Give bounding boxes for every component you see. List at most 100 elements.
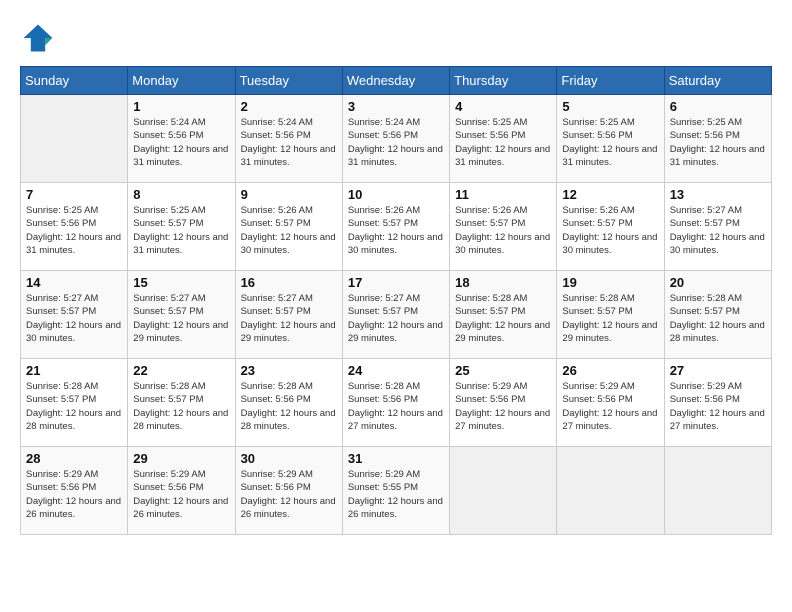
day-cell: 14Sunrise: 5:27 AMSunset: 5:57 PMDayligh…	[21, 271, 128, 359]
day-info: Sunrise: 5:25 AMSunset: 5:56 PMDaylight:…	[562, 116, 658, 169]
week-row-1: 1 Sunrise: 5:24 AMSunset: 5:56 PMDaylight…	[21, 95, 772, 183]
day-number: 24	[348, 363, 444, 378]
day-cell: 15 Sunrise: 5:27 AMSunset: 5:57 PMDayligh…	[128, 271, 235, 359]
day-number: 5	[562, 99, 658, 114]
day-cell	[557, 447, 664, 535]
day-info: Sunrise: 5:27 AMSunset: 5:57 PMDaylight:…	[26, 292, 122, 345]
day-info: Sunrise: 5:29 AMSunset: 5:56 PMDaylight:…	[241, 468, 337, 521]
day-number: 3	[348, 99, 444, 114]
day-number: 26	[562, 363, 658, 378]
week-row-3: 14Sunrise: 5:27 AMSunset: 5:57 PMDayligh…	[21, 271, 772, 359]
day-number: 30	[241, 451, 337, 466]
page-header	[20, 20, 772, 56]
day-cell	[664, 447, 771, 535]
header-cell-thursday: Thursday	[450, 67, 557, 95]
day-number: 17	[348, 275, 444, 290]
day-cell: 3 Sunrise: 5:24 AMSunset: 5:56 PMDaylight…	[342, 95, 449, 183]
day-cell: 16Sunrise: 5:27 AMSunset: 5:57 PMDayligh…	[235, 271, 342, 359]
day-number: 6	[670, 99, 766, 114]
day-cell: 26 Sunrise: 5:29 AMSunset: 5:56 PMDayligh…	[557, 359, 664, 447]
logo-icon	[20, 20, 56, 56]
day-info: Sunrise: 5:24 AMSunset: 5:56 PMDaylight:…	[348, 116, 444, 169]
day-info: Sunrise: 5:28 AMSunset: 5:57 PMDaylight:…	[26, 380, 122, 433]
day-cell: 19Sunrise: 5:28 AMSunset: 5:57 PMDayligh…	[557, 271, 664, 359]
day-info: Sunrise: 5:25 AMSunset: 5:56 PMDaylight:…	[26, 204, 122, 257]
day-info: Sunrise: 5:24 AMSunset: 5:56 PMDaylight:…	[241, 116, 337, 169]
day-number: 7	[26, 187, 122, 202]
day-info: Sunrise: 5:25 AMSunset: 5:56 PMDaylight:…	[670, 116, 766, 169]
day-number: 16	[241, 275, 337, 290]
day-number: 15	[133, 275, 229, 290]
header-cell-friday: Friday	[557, 67, 664, 95]
day-cell: 24 Sunrise: 5:28 AMSunset: 5:56 PMDayligh…	[342, 359, 449, 447]
day-info: Sunrise: 5:28 AMSunset: 5:57 PMDaylight:…	[562, 292, 658, 345]
day-info: Sunrise: 5:27 AMSunset: 5:57 PMDaylight:…	[133, 292, 229, 345]
day-cell: 12Sunrise: 5:26 AMSunset: 5:57 PMDayligh…	[557, 183, 664, 271]
calendar-table: SundayMondayTuesdayWednesdayThursdayFrid…	[20, 66, 772, 535]
calendar-header: SundayMondayTuesdayWednesdayThursdayFrid…	[21, 67, 772, 95]
header-cell-wednesday: Wednesday	[342, 67, 449, 95]
day-number: 31	[348, 451, 444, 466]
header-cell-saturday: Saturday	[664, 67, 771, 95]
day-number: 23	[241, 363, 337, 378]
day-cell: 22Sunrise: 5:28 AMSunset: 5:57 PMDayligh…	[128, 359, 235, 447]
day-number: 28	[26, 451, 122, 466]
day-info: Sunrise: 5:28 AMSunset: 5:57 PMDaylight:…	[455, 292, 551, 345]
day-cell: 27 Sunrise: 5:29 AMSunset: 5:56 PMDayligh…	[664, 359, 771, 447]
day-info: Sunrise: 5:29 AMSunset: 5:56 PMDaylight:…	[670, 380, 766, 433]
day-number: 4	[455, 99, 551, 114]
day-cell: 30 Sunrise: 5:29 AMSunset: 5:56 PMDayligh…	[235, 447, 342, 535]
day-info: Sunrise: 5:25 AMSunset: 5:57 PMDaylight:…	[133, 204, 229, 257]
day-info: Sunrise: 5:28 AMSunset: 5:56 PMDaylight:…	[348, 380, 444, 433]
day-number: 12	[562, 187, 658, 202]
day-cell: 20 Sunrise: 5:28 AMSunset: 5:57 PMDayligh…	[664, 271, 771, 359]
day-cell: 9Sunrise: 5:26 AMSunset: 5:57 PMDaylight…	[235, 183, 342, 271]
header-cell-tuesday: Tuesday	[235, 67, 342, 95]
day-cell: 13Sunrise: 5:27 AMSunset: 5:57 PMDayligh…	[664, 183, 771, 271]
day-info: Sunrise: 5:24 AMSunset: 5:56 PMDaylight:…	[133, 116, 229, 169]
day-info: Sunrise: 5:27 AMSunset: 5:57 PMDaylight:…	[348, 292, 444, 345]
week-row-5: 28 Sunrise: 5:29 AMSunset: 5:56 PMDayligh…	[21, 447, 772, 535]
day-info: Sunrise: 5:28 AMSunset: 5:57 PMDaylight:…	[133, 380, 229, 433]
day-info: Sunrise: 5:29 AMSunset: 5:56 PMDaylight:…	[562, 380, 658, 433]
day-number: 27	[670, 363, 766, 378]
day-number: 9	[241, 187, 337, 202]
day-cell: 28 Sunrise: 5:29 AMSunset: 5:56 PMDayligh…	[21, 447, 128, 535]
day-cell	[450, 447, 557, 535]
day-info: Sunrise: 5:27 AMSunset: 5:57 PMDaylight:…	[670, 204, 766, 257]
header-cell-monday: Monday	[128, 67, 235, 95]
week-row-2: 7 Sunrise: 5:25 AMSunset: 5:56 PMDaylight…	[21, 183, 772, 271]
day-cell: 6 Sunrise: 5:25 AMSunset: 5:56 PMDaylight…	[664, 95, 771, 183]
day-info: Sunrise: 5:26 AMSunset: 5:57 PMDaylight:…	[348, 204, 444, 257]
day-cell	[21, 95, 128, 183]
day-number: 21	[26, 363, 122, 378]
day-cell: 21 Sunrise: 5:28 AMSunset: 5:57 PMDayligh…	[21, 359, 128, 447]
day-cell: 7 Sunrise: 5:25 AMSunset: 5:56 PMDaylight…	[21, 183, 128, 271]
day-number: 1	[133, 99, 229, 114]
logo	[20, 20, 60, 56]
header-cell-sunday: Sunday	[21, 67, 128, 95]
day-cell: 18 Sunrise: 5:28 AMSunset: 5:57 PMDayligh…	[450, 271, 557, 359]
day-info: Sunrise: 5:28 AMSunset: 5:57 PMDaylight:…	[670, 292, 766, 345]
day-cell: 25Sunrise: 5:29 AMSunset: 5:56 PMDayligh…	[450, 359, 557, 447]
calendar-body: 1 Sunrise: 5:24 AMSunset: 5:56 PMDaylight…	[21, 95, 772, 535]
day-number: 20	[670, 275, 766, 290]
day-number: 2	[241, 99, 337, 114]
header-row: SundayMondayTuesdayWednesdayThursdayFrid…	[21, 67, 772, 95]
day-info: Sunrise: 5:29 AMSunset: 5:56 PMDaylight:…	[455, 380, 551, 433]
day-cell: 29 Sunrise: 5:29 AMSunset: 5:56 PMDayligh…	[128, 447, 235, 535]
day-cell: 8Sunrise: 5:25 AMSunset: 5:57 PMDaylight…	[128, 183, 235, 271]
day-number: 29	[133, 451, 229, 466]
day-info: Sunrise: 5:29 AMSunset: 5:56 PMDaylight:…	[133, 468, 229, 521]
day-cell: 31 Sunrise: 5:29 AMSunset: 5:55 PMDayligh…	[342, 447, 449, 535]
day-cell: 17 Sunrise: 5:27 AMSunset: 5:57 PMDayligh…	[342, 271, 449, 359]
day-cell: 2 Sunrise: 5:24 AMSunset: 5:56 PMDaylight…	[235, 95, 342, 183]
day-cell: 4Sunrise: 5:25 AMSunset: 5:56 PMDaylight…	[450, 95, 557, 183]
day-cell: 23Sunrise: 5:28 AMSunset: 5:56 PMDayligh…	[235, 359, 342, 447]
day-number: 11	[455, 187, 551, 202]
day-info: Sunrise: 5:29 AMSunset: 5:56 PMDaylight:…	[26, 468, 122, 521]
day-info: Sunrise: 5:26 AMSunset: 5:57 PMDaylight:…	[455, 204, 551, 257]
day-info: Sunrise: 5:29 AMSunset: 5:55 PMDaylight:…	[348, 468, 444, 521]
day-cell: 5 Sunrise: 5:25 AMSunset: 5:56 PMDaylight…	[557, 95, 664, 183]
day-number: 18	[455, 275, 551, 290]
